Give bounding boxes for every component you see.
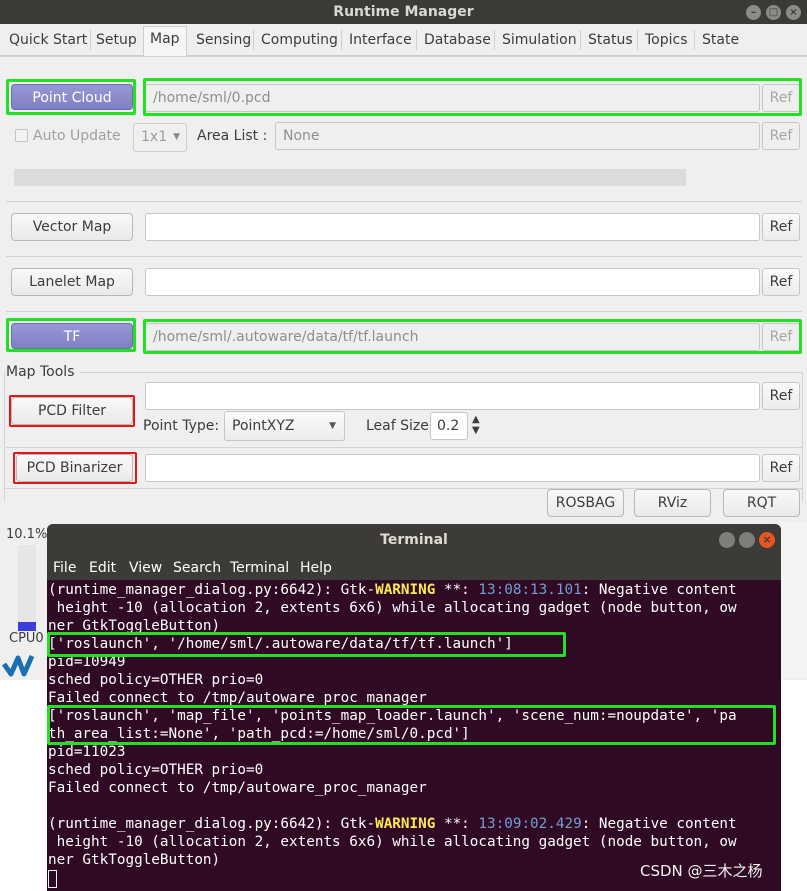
terminal-title: Terminal <box>47 524 781 556</box>
terminal-line: Failed connect to /tmp/autoware_proc_man… <box>48 690 427 706</box>
terminal-line: sched policy=OTHER prio=0 <box>48 762 264 778</box>
lanelet-map-path-field[interactable] <box>145 268 760 296</box>
menu-terminal[interactable]: Terminal <box>230 556 289 580</box>
tab-sensing[interactable]: Sensing <box>192 28 255 56</box>
terminal-line: ner GtkToggleButton) <box>48 852 221 868</box>
terminal-line: ['roslaunch', 'map_file', 'points_map_lo… <box>48 708 737 724</box>
vector-map-ref-button[interactable]: Ref <box>762 213 800 241</box>
rqt-button[interactable]: RQT <box>723 489 800 517</box>
point-cloud-button[interactable]: Point Cloud <box>11 84 133 110</box>
pcd-binarizer-ref-button[interactable]: Ref <box>762 454 800 482</box>
rviz-button[interactable]: RViz <box>634 489 711 517</box>
area-list-label: Area List : <box>197 128 268 144</box>
auto-update-label: Auto Update <box>33 128 121 144</box>
vector-map-button[interactable]: Vector Map <box>11 213 133 241</box>
pcd-binarizer-button[interactable]: PCD Binarizer <box>16 454 133 482</box>
terminal-line: ner GtkToggleButton) <box>48 618 221 634</box>
leaf-size-stepper[interactable]: ▲ ▼ <box>472 414 480 436</box>
tab-quick-start[interactable]: Quick Start <box>5 28 91 56</box>
point-type-value: PointXYZ <box>232 418 295 434</box>
vector-map-path-field[interactable] <box>145 213 760 241</box>
map-tab-panel: Point Cloud /home/sml/0.pcd Ref Auto Upd… <box>0 56 807 518</box>
terminal-cursor <box>48 870 57 888</box>
menu-view[interactable]: View <box>129 556 162 580</box>
terminal-window: Terminal × File Edit View Search Termina… <box>47 524 781 891</box>
progress-bar <box>14 169 686 186</box>
pcd-filter-ref-button[interactable]: Ref <box>762 382 800 410</box>
tab-topics[interactable]: Topics <box>641 28 692 56</box>
terminal-line: ['roslaunch', '/home/sml/.autoware/data/… <box>48 636 513 652</box>
menu-edit[interactable]: Edit <box>89 556 116 580</box>
tab-map[interactable]: Map <box>143 26 187 57</box>
terminal-line: (runtime_manager_dialog.py:6642): Gtk-WA… <box>48 582 737 598</box>
area-list-field[interactable]: None <box>275 122 760 150</box>
rosbag-button[interactable]: ROSBAG <box>547 489 624 517</box>
terminal-line: pid=10949 <box>48 654 126 670</box>
terminal-output[interactable]: (runtime_manager_dialog.py:6642): Gtk-WA… <box>47 580 781 891</box>
map-tools-label: Map Tools <box>6 364 75 380</box>
tab-interface[interactable]: Interface <box>345 28 416 56</box>
menu-help[interactable]: Help <box>300 556 332 580</box>
close-icon[interactable]: × <box>786 5 801 20</box>
terminal-line: th_area_list:=None', 'path_pcd:=/home/sm… <box>48 726 470 742</box>
terminal-line: pid=11023 <box>48 744 126 760</box>
leaf-size-input[interactable]: 0.2 <box>430 412 468 440</box>
lanelet-map-ref-button[interactable]: Ref <box>762 268 800 296</box>
tab-status[interactable]: Status <box>584 28 637 56</box>
lanelet-map-button[interactable]: Lanelet Map <box>11 268 133 296</box>
cpu-percent: 10.1% <box>6 527 48 542</box>
auto-update-checkbox[interactable] <box>15 129 28 142</box>
watermark: CSDN @三木之杨 <box>640 862 763 880</box>
tab-simulation[interactable]: Simulation <box>498 28 581 56</box>
point-type-label: Point Type: <box>143 418 220 434</box>
window-title: Runtime Manager <box>0 0 807 24</box>
autoware-logo-icon <box>1 650 38 678</box>
area-list-ref-button[interactable]: Ref <box>762 122 800 150</box>
terminal-menubar: File Edit View Search Terminal Help <box>47 556 781 580</box>
leaf-size-label: Leaf Size: <box>366 418 434 434</box>
chevron-down-icon: ▼ <box>173 132 180 142</box>
tab-database[interactable]: Database <box>420 28 495 56</box>
terminal-line: (runtime_manager_dialog.py:6642): Gtk-WA… <box>48 816 737 832</box>
terminal-maximize-icon[interactable] <box>739 532 755 548</box>
terminal-minimize-icon[interactable] <box>719 532 735 548</box>
tab-setup[interactable]: Setup <box>92 28 141 56</box>
tab-state[interactable]: State <box>698 28 743 56</box>
minimize-icon[interactable]: – <box>746 5 761 20</box>
pcd-binarizer-path-field[interactable] <box>145 454 760 482</box>
menu-file[interactable]: File <box>53 556 76 580</box>
tab-computing[interactable]: Computing <box>257 28 342 56</box>
terminal-line: sched policy=OTHER prio=0 <box>48 672 264 688</box>
pcd-filter-button[interactable]: PCD Filter <box>11 397 133 425</box>
pcd-filter-path-field[interactable] <box>145 382 760 410</box>
menu-search[interactable]: Search <box>173 556 221 580</box>
tf-path-field[interactable]: /home/sml/.autoware/data/tf/tf.launch <box>145 323 760 351</box>
cpu-label: CPU0 <box>9 631 44 646</box>
tf-ref-button[interactable]: Ref <box>762 323 800 351</box>
maximize-icon[interactable]: □ <box>766 5 781 20</box>
point-cloud-path-field[interactable]: /home/sml/0.pcd <box>145 84 760 112</box>
tab-bar: Quick Start Setup Map Sensing Computing … <box>0 24 807 57</box>
point-cloud-ref-button[interactable]: Ref <box>762 84 800 112</box>
grid-select-value: 1x1 <box>141 129 168 145</box>
terminal-line: height -10 (allocation 2, extents 6x6) w… <box>48 834 737 850</box>
cpu-bar <box>18 545 36 631</box>
tf-button[interactable]: TF <box>11 323 133 349</box>
chevron-down-icon: ▼ <box>329 421 336 431</box>
side-panel-fragment <box>781 522 807 678</box>
terminal-close-icon[interactable]: × <box>759 532 775 548</box>
terminal-line: height -10 (allocation 2, extents 6x6) w… <box>48 600 737 616</box>
point-type-select[interactable]: PointXYZ ▼ <box>224 411 345 441</box>
terminal-line: Failed connect to /tmp/autoware_proc_man… <box>48 780 427 796</box>
grid-select[interactable]: 1x1 ▼ <box>133 123 187 152</box>
